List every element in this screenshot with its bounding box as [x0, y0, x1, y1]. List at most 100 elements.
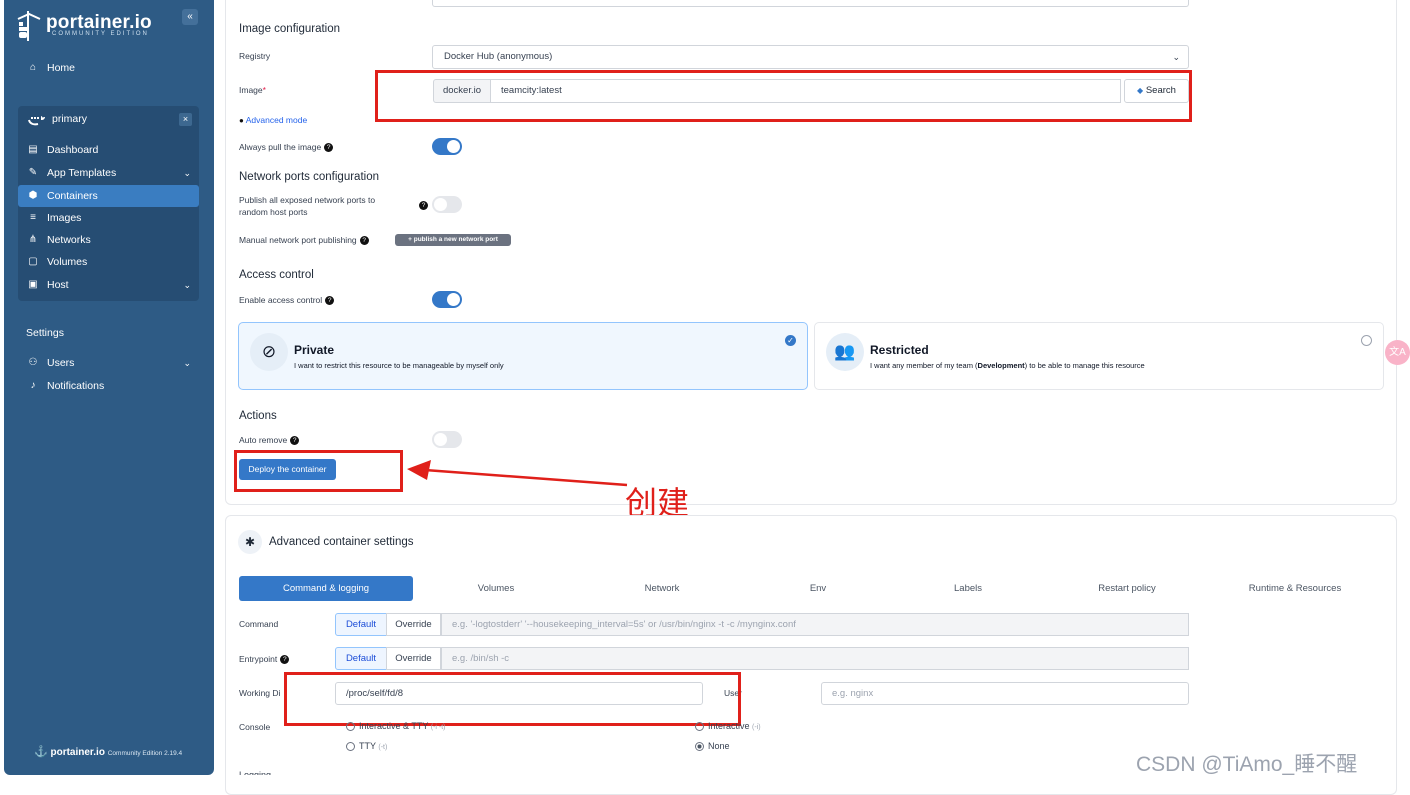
- sidebar-item-images[interactable]: ≡ Images: [18, 207, 199, 229]
- toggle-knob: [434, 433, 447, 446]
- footer-version: Community Edition 2.19.4: [107, 750, 183, 757]
- annotation-box-deploy: [234, 450, 403, 492]
- sidebar: portainer.io COMMUNITY EDITION « ⌂ Home …: [4, 0, 214, 775]
- users-icon: 👥: [826, 333, 864, 371]
- chevron-down-icon: ⌄: [183, 280, 191, 290]
- always-pull-text: Always pull the image: [239, 142, 322, 152]
- toggle-knob: [447, 140, 460, 153]
- tab-runtime-resources[interactable]: Runtime & Resources: [1219, 576, 1371, 601]
- access-control-toggle[interactable]: [432, 291, 462, 308]
- radio-checked-icon: [695, 742, 704, 752]
- entrypoint-override-button[interactable]: Override: [386, 647, 441, 670]
- sidebar-item-containers[interactable]: ⬢ Containers: [18, 185, 199, 207]
- footer-brand-name: portainer.io: [50, 747, 105, 758]
- annotation-box-image: [375, 70, 1192, 122]
- option-label: Interactive: [708, 721, 750, 731]
- sidebar-item-host[interactable]: ▣ Host ⌄: [18, 274, 199, 296]
- collapse-sidebar-button[interactable]: «: [182, 9, 198, 25]
- chevron-down-icon: ⌄: [183, 168, 191, 178]
- logging-label: Logging: [239, 770, 272, 775]
- tab-network[interactable]: Network: [586, 576, 738, 601]
- previous-input[interactable]: [432, 0, 1189, 7]
- sidebar-item-notifications[interactable]: ♪ Notifications: [18, 375, 199, 397]
- watermark: CSDN @TiAmo_睡不醒: [1136, 753, 1358, 776]
- publish-all-toggle[interactable]: [432, 196, 462, 213]
- registry-label: Registry: [239, 51, 271, 61]
- private-option[interactable]: ⊘ Private I want to restrict this resour…: [238, 322, 808, 390]
- radio-unchecked[interactable]: [1361, 335, 1372, 346]
- console-option-interactive-tty[interactable]: Interactive & TTY (-i -t): [346, 721, 446, 732]
- advanced-settings-title: Advanced container settings: [269, 536, 414, 548]
- manual-port-text: Manual network port publishing: [239, 235, 357, 245]
- settings-heading: Settings: [26, 327, 64, 339]
- bell-icon: ♪: [30, 380, 36, 391]
- tab-labels[interactable]: Labels: [892, 576, 1044, 601]
- sidebar-item-label: Images: [47, 212, 82, 224]
- sidebar-item-users[interactable]: ⚇ Users ⌄: [18, 352, 199, 374]
- restricted-desc-pre: I want any member of my team (: [870, 361, 978, 370]
- help-icon[interactable]: ?: [324, 143, 334, 153]
- footer-logo-icon: ⚓: [34, 746, 48, 758]
- advanced-mode-label: Advanced mode: [245, 115, 308, 125]
- radio-icon: [346, 742, 355, 752]
- publish-port-button[interactable]: + publish a new network port: [395, 234, 511, 246]
- footer-brand: ⚓ portainer.io Community Edition 2.19.4: [34, 745, 182, 758]
- sidebar-item-dashboard[interactable]: ▤ Dashboard: [18, 139, 199, 161]
- manual-port-label: Manual network port publishing?: [239, 235, 369, 246]
- command-default-button[interactable]: Default: [335, 613, 387, 636]
- entrypoint-default-button[interactable]: Default: [335, 647, 387, 670]
- console-label: Console: [239, 722, 271, 732]
- sidebar-item-app-templates[interactable]: ✎ App Templates ⌄: [18, 162, 199, 184]
- console-option-interactive[interactable]: Interactive (-i): [695, 721, 761, 732]
- users-icon: ⚇: [28, 357, 38, 368]
- tab-volumes[interactable]: Volumes: [420, 576, 572, 601]
- tab-restart-policy[interactable]: Restart policy: [1051, 576, 1203, 601]
- registry-select[interactable]: Docker Hub (anonymous) ⌄: [432, 45, 1189, 69]
- sidebar-item-volumes[interactable]: ▢ Volumes: [18, 251, 199, 273]
- radio-icon: [695, 722, 704, 732]
- access-control-title: Access control: [239, 269, 314, 281]
- registry-value: Docker Hub (anonymous): [444, 51, 553, 62]
- option-hint: (-i -t): [430, 724, 446, 731]
- advanced-mode-link[interactable]: ● Advanced mode: [239, 115, 307, 125]
- image-label: Image*: [239, 85, 266, 95]
- working-dir-label: Working Di: [239, 688, 281, 698]
- close-environment-button[interactable]: ×: [179, 113, 192, 126]
- sidebar-item-label: Host: [47, 279, 69, 291]
- image-config-title: Image configuration: [239, 23, 341, 35]
- portainer-logo-icon: [17, 11, 41, 41]
- enable-access-label: Enable access control?: [239, 295, 335, 306]
- help-icon[interactable]: ?: [290, 436, 300, 446]
- sidebar-item-home[interactable]: ⌂ Home: [18, 57, 199, 79]
- help-icon[interactable]: ?: [359, 236, 369, 246]
- translate-icon[interactable]: 文A: [1385, 340, 1410, 365]
- eye-off-icon: ⊘: [250, 333, 288, 371]
- command-input[interactable]: e.g. '-logtostderr' '--housekeeping_inte…: [441, 613, 1189, 636]
- command-override-button[interactable]: Override: [386, 613, 441, 636]
- sidebar-item-networks[interactable]: ⋔ Networks: [18, 229, 199, 251]
- entrypoint-input[interactable]: e.g. /bin/sh -c: [441, 647, 1189, 670]
- help-icon[interactable]: ?: [325, 296, 335, 306]
- auto-remove-label: Auto remove?: [239, 435, 300, 446]
- auto-remove-toggle[interactable]: [432, 431, 462, 448]
- environment-name[interactable]: primary: [52, 113, 87, 125]
- chevron-down-icon: ⌄: [1172, 52, 1180, 62]
- tab-command-logging[interactable]: Command & logging: [239, 576, 413, 601]
- sidebar-item-label: Networks: [47, 234, 91, 246]
- user-input[interactable]: e.g. nginx: [821, 682, 1189, 705]
- sidebar-item-label: App Templates: [47, 167, 117, 179]
- always-pull-toggle[interactable]: [432, 138, 462, 155]
- console-option-none[interactable]: None: [695, 741, 730, 752]
- check-icon: ✓: [785, 335, 796, 346]
- console-option-tty[interactable]: TTY (-t): [346, 741, 387, 752]
- help-icon[interactable]: ?: [419, 201, 428, 210]
- enable-access-text: Enable access control: [239, 295, 323, 305]
- restricted-option[interactable]: 👥 Restricted I want any member of my tea…: [814, 322, 1384, 390]
- edit-icon: ✎: [28, 167, 38, 178]
- server-icon: ▣: [28, 279, 38, 290]
- settings-icon: ✱: [238, 530, 262, 554]
- tab-env[interactable]: Env: [742, 576, 894, 601]
- sidebar-item-label: Users: [47, 357, 75, 369]
- chevron-down-icon: ⌄: [183, 358, 191, 368]
- help-icon[interactable]: ?: [280, 655, 290, 665]
